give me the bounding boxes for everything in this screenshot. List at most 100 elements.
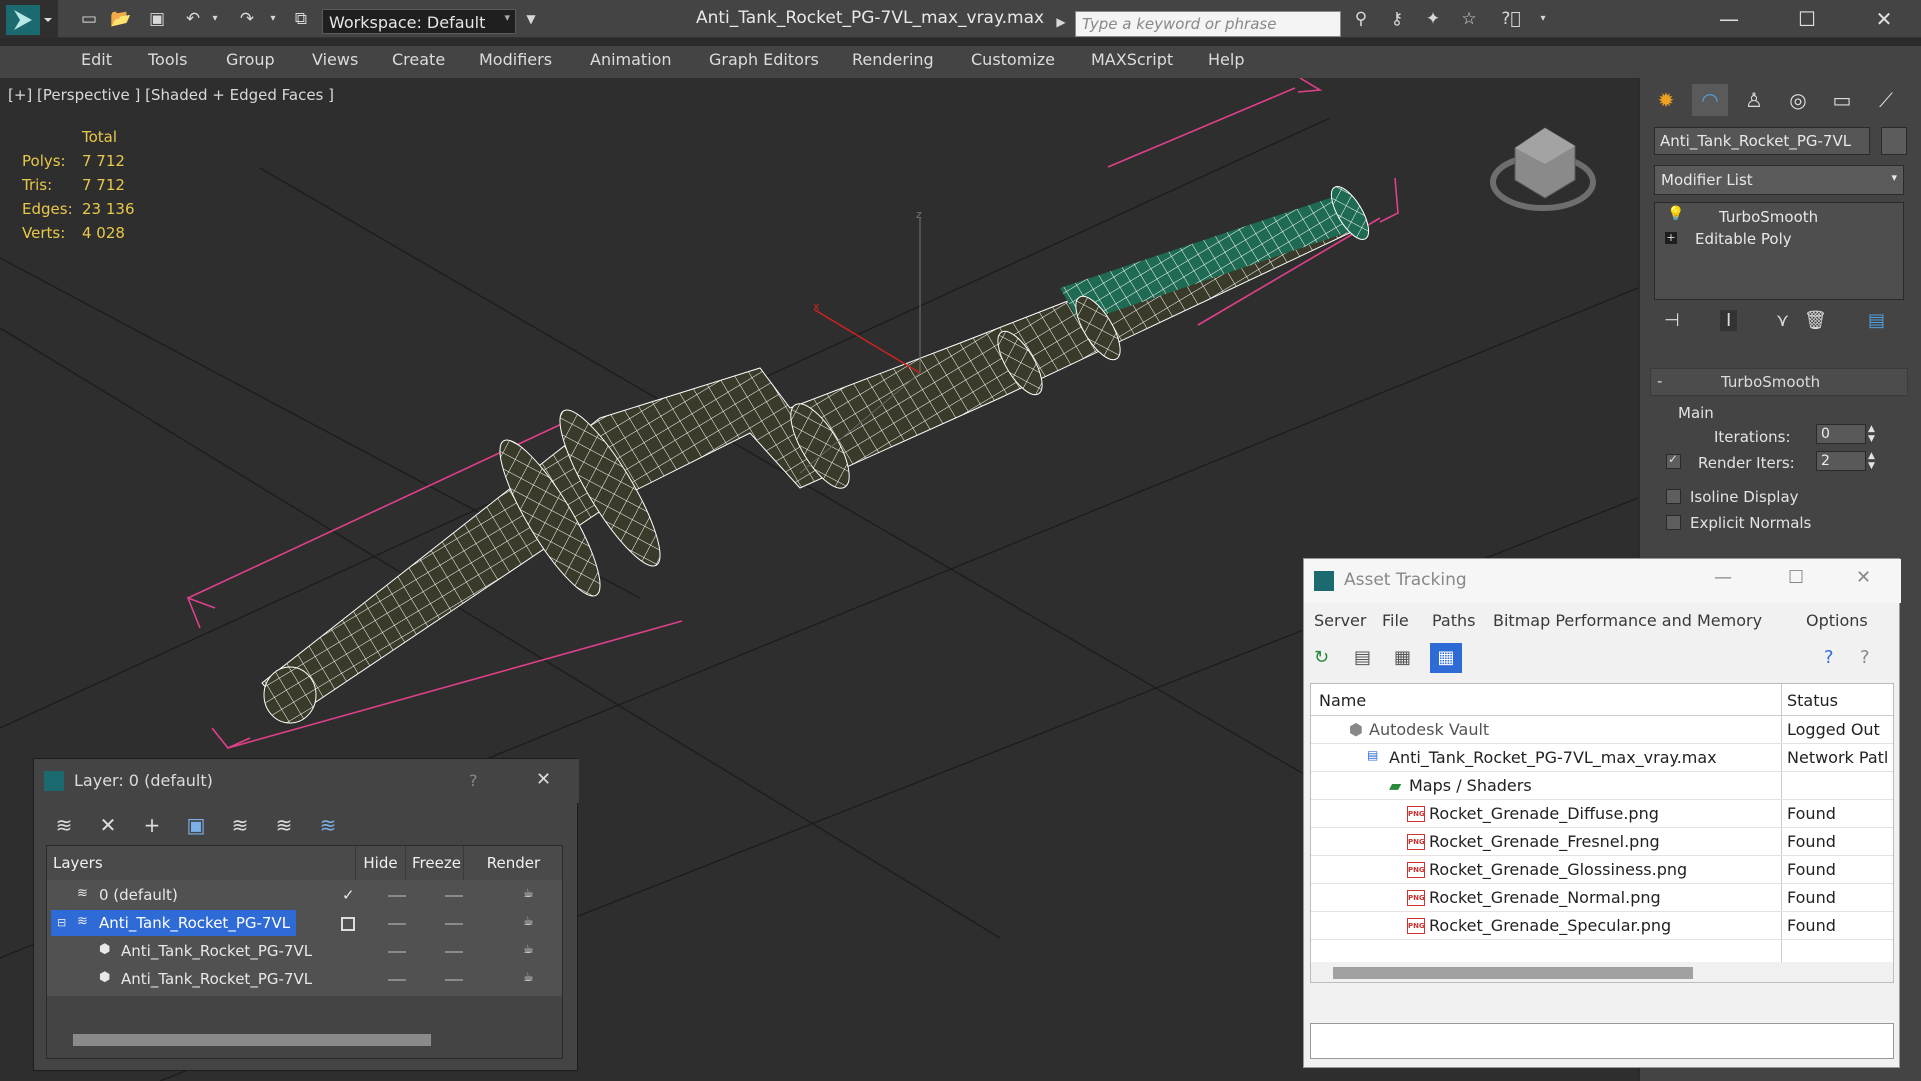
add-to-layer-icon[interactable]: ▣ (180, 809, 212, 841)
table-row[interactable]: ▰ Maps / Shaders (1311, 772, 1893, 800)
column-header-hide[interactable]: Hide (356, 846, 406, 880)
select-layer-objects-icon[interactable]: ≋ (224, 809, 256, 841)
create-tab-icon[interactable]: ✹ (1648, 84, 1684, 116)
menu-views[interactable]: Views (312, 50, 358, 69)
layers-toolbar-icon[interactable]: ≋ (48, 809, 80, 841)
column-header-render[interactable]: Render (464, 846, 562, 880)
stack-item-editable-poly[interactable]: + Editable Poly (1657, 228, 1901, 250)
menu-paths[interactable]: Paths (1432, 611, 1475, 630)
isoline-display-checkbox[interactable] (1666, 489, 1681, 504)
object-name-field[interactable]: Anti_Tank_Rocket_PG-7VL (1654, 127, 1870, 155)
column-header-name[interactable]: Name (1319, 691, 1366, 710)
help-icon[interactable]: ?⃝ (1500, 8, 1522, 30)
table-row[interactable]: ⬢ Anti_Tank_Rocket_PG-7VL ☕ (47, 966, 562, 994)
horizontal-scrollbar[interactable] (1333, 967, 1693, 979)
set-current-layer-icon[interactable]: ≋ (268, 809, 300, 841)
asset-window-titlebar[interactable]: Asset Tracking — ☐ ✕ (1304, 559, 1901, 603)
configure-sets-icon[interactable]: ▤ (1868, 310, 1885, 331)
menu-options[interactable]: Options (1806, 611, 1868, 630)
utilities-tab-icon[interactable]: ⟋ (1868, 84, 1904, 116)
freeze-toggle[interactable] (445, 923, 463, 925)
maximize-button[interactable]: ☐ (1783, 5, 1831, 33)
turbosmooth-rollout-header[interactable]: - TurboSmooth (1650, 368, 1908, 396)
close-button[interactable]: ✕ (1856, 567, 1871, 588)
pin-stack-icon[interactable]: ⊣ (1664, 310, 1680, 331)
show-end-result-icon[interactable]: I (1720, 310, 1738, 331)
create-layer-icon[interactable]: + (136, 809, 168, 841)
binoculars-icon[interactable]: ⚲ (1350, 8, 1372, 30)
menu-edit[interactable]: Edit (81, 50, 112, 69)
delete-layer-icon[interactable]: ✕ (92, 809, 124, 841)
search-input[interactable]: Type a keyword or phrase (1075, 11, 1341, 37)
display-tab-icon[interactable]: ▭ (1824, 84, 1860, 116)
render-teapot-icon[interactable]: ☕ (523, 886, 534, 900)
hierarchy-tab-icon[interactable]: ♙ (1736, 84, 1772, 116)
menu-group[interactable]: Group (226, 50, 275, 69)
render-iters-checkbox[interactable]: ✓ (1666, 452, 1681, 469)
maximize-button[interactable]: ☐ (1788, 567, 1804, 588)
horizontal-scrollbar[interactable] (73, 1034, 431, 1046)
search-expand-icon[interactable]: ▶ (1050, 11, 1072, 33)
modifier-list-dropdown[interactable]: Modifier List ▾ (1654, 165, 1904, 195)
table-row[interactable]: PNG Rocket_Grenade_Fresnel.png Found (1311, 828, 1893, 856)
close-button[interactable]: ✕ (536, 769, 551, 790)
iterations-spinner[interactable]: 0 (1816, 424, 1866, 444)
menu-animation[interactable]: Animation (590, 50, 672, 69)
undo-dropdown-icon[interactable]: ▾ (204, 8, 226, 30)
render-teapot-icon[interactable]: ☕ (523, 914, 534, 928)
table-row[interactable]: PNG Rocket_Grenade_Normal.png Found (1311, 884, 1893, 912)
set-current-box[interactable] (341, 917, 355, 931)
render-iters-spinner[interactable]: 2 (1816, 451, 1866, 471)
table-view-icon[interactable]: ▦ (1430, 643, 1462, 673)
table-row[interactable]: ≋ 0 (default) ✓ ☕ (47, 882, 562, 910)
menu-tools[interactable]: Tools (148, 50, 187, 69)
layer-properties-icon[interactable]: ≋ (312, 809, 344, 841)
help-info-icon[interactable]: ? (1824, 647, 1834, 668)
column-header-freeze[interactable]: Freeze (406, 846, 464, 880)
table-row[interactable]: ⊟ ≋ Anti_Tank_Rocket_PG-7VL ☕ (47, 910, 562, 938)
viewport-label[interactable]: [+] [Perspective ] [Shaded + Edged Faces… (8, 86, 334, 104)
minimize-button[interactable]: — (1714, 567, 1732, 588)
help-alt-icon[interactable]: ? (1860, 647, 1870, 668)
asset-path-field[interactable] (1310, 1023, 1894, 1059)
collapse-icon[interactable]: ⊟ (57, 916, 66, 929)
table-row[interactable]: ⬢ Anti_Tank_Rocket_PG-7VL ☕ (47, 938, 562, 966)
menu-create[interactable]: Create (392, 50, 445, 69)
spinner-arrows-icon[interactable]: ▲ ▼ (1868, 451, 1875, 471)
list-view-icon[interactable]: ▤ (1354, 647, 1371, 668)
open-file-icon[interactable]: 📂 (110, 8, 132, 30)
menu-customize[interactable]: Customize (971, 50, 1055, 69)
spinner-arrows-icon[interactable]: ▲ ▼ (1868, 424, 1875, 444)
hide-toggle[interactable] (388, 979, 406, 981)
close-button[interactable]: ✕ (1860, 5, 1908, 33)
favorites-star-icon[interactable]: ☆ (1458, 8, 1480, 30)
make-unique-icon[interactable]: ⋎ (1776, 310, 1789, 331)
freeze-toggle[interactable] (445, 895, 463, 897)
layer-window-titlebar[interactable]: Layer: 0 (default) ? ✕ (34, 759, 579, 803)
redo-icon[interactable]: ↷ (236, 8, 258, 30)
menu-rendering[interactable]: Rendering (852, 50, 934, 69)
render-teapot-icon[interactable]: ☕ (523, 942, 534, 956)
menu-bitmap-performance[interactable]: Bitmap Performance and Memory (1493, 611, 1762, 630)
project-folder-icon[interactable]: ⧉ (290, 8, 312, 30)
hide-toggle[interactable] (388, 923, 406, 925)
stack-item-turbosmooth[interactable]: 💡 TurboSmooth (1657, 206, 1901, 228)
minimize-button[interactable]: — (1705, 5, 1753, 33)
object-color-swatch[interactable] (1881, 127, 1907, 155)
modify-tab-icon[interactable]: ◠ (1692, 84, 1728, 116)
menu-server[interactable]: Server (1314, 611, 1366, 630)
undo-icon[interactable]: ↶ (182, 8, 204, 30)
table-row[interactable]: PNG Rocket_Grenade_Specular.png Found (1311, 912, 1893, 940)
menu-file[interactable]: File (1382, 611, 1409, 630)
explicit-normals-checkbox[interactable] (1666, 515, 1681, 530)
redo-dropdown-icon[interactable]: ▾ (262, 8, 284, 30)
column-header-status[interactable]: Status (1787, 691, 1838, 710)
freeze-toggle[interactable] (445, 951, 463, 953)
lightbulb-icon[interactable]: 💡 (1667, 206, 1684, 222)
refresh-icon[interactable]: ↻ (1314, 647, 1329, 668)
key-icon[interactable]: ⚷ (1386, 8, 1408, 30)
menu-maxscript[interactable]: MAXScript (1091, 50, 1173, 69)
menu-modifiers[interactable]: Modifiers (479, 50, 552, 69)
current-layer-check-icon[interactable]: ✓ (342, 886, 355, 904)
workspace-menu-icon[interactable]: ▼ (520, 8, 542, 30)
